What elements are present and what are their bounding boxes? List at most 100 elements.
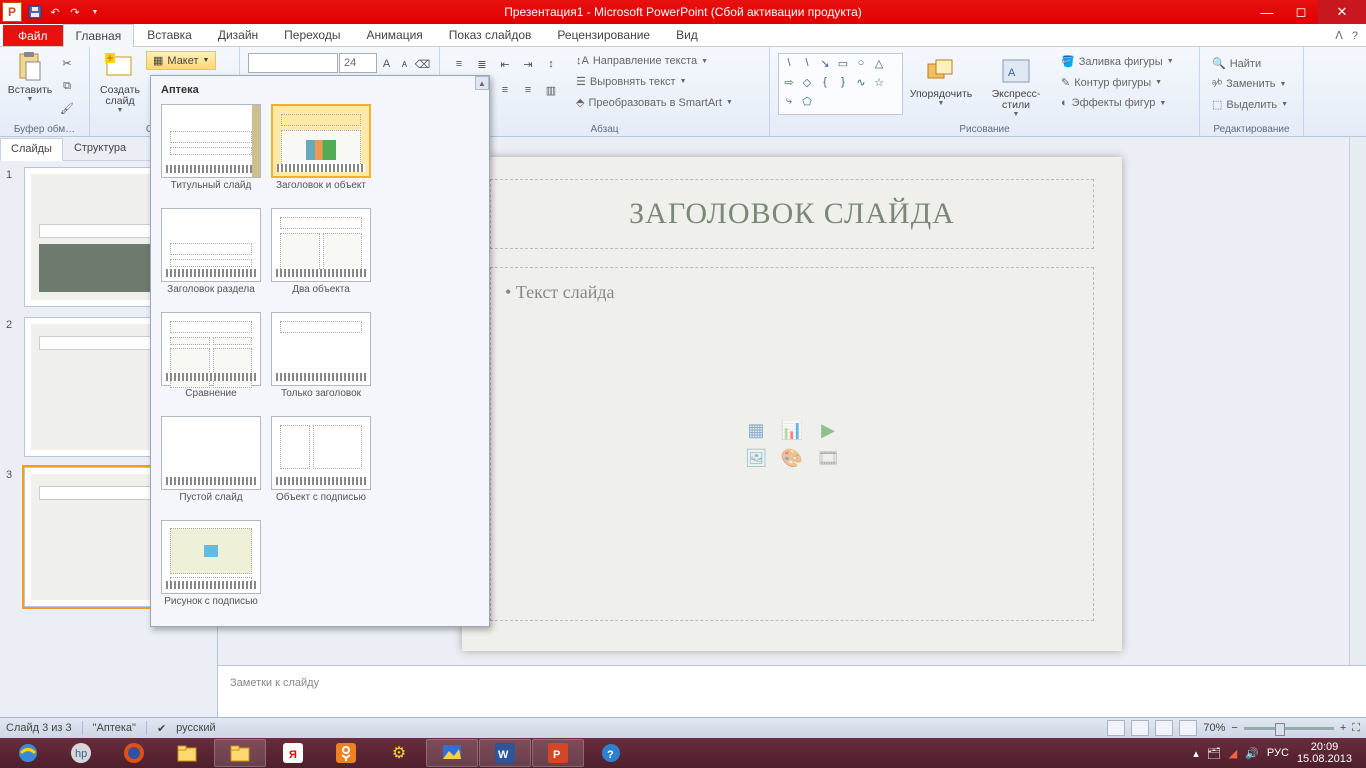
insert-clipart-icon[interactable]: 🎨 <box>779 447 805 469</box>
layout-picture-caption[interactable]: Рисунок с подписью <box>159 520 263 618</box>
find-button[interactable]: 🔍Найти <box>1208 55 1295 72</box>
spell-check-icon[interactable]: ✔ <box>157 722 166 735</box>
copy-icon[interactable]: ⧉ <box>56 76 78 97</box>
shape-effects-button[interactable]: ◐Эффекты фигур ▼ <box>1057 95 1178 111</box>
task-ie[interactable] <box>2 739 54 767</box>
zoom-slider[interactable] <box>1244 727 1334 730</box>
arrange-button[interactable]: Упорядочить ▼ <box>907 53 975 123</box>
text-direction-button[interactable]: ↕AНаправление текста ▼ <box>572 53 737 69</box>
shrink-font-icon[interactable]: ᴀ <box>396 53 413 75</box>
layout-title-content[interactable]: Заголовок и объект <box>269 104 373 202</box>
maximize-button[interactable]: ◻ <box>1284 0 1318 24</box>
task-word[interactable]: W <box>479 739 531 767</box>
align-text-button[interactable]: ☰Выровнять текст ▼ <box>572 73 737 90</box>
font-family-input[interactable] <box>248 53 338 73</box>
view-normal-icon[interactable] <box>1107 720 1125 736</box>
columns-icon[interactable]: ▥ <box>540 79 562 101</box>
network-icon[interactable]: ◢ <box>1229 747 1237 760</box>
task-powerpoint[interactable]: P <box>532 739 584 767</box>
align-right-icon[interactable]: ≡ <box>494 79 516 101</box>
tray-up-icon[interactable]: ▴ <box>1193 747 1199 760</box>
smartart-button[interactable]: ⬘Преобразовать в SmartArt ▼ <box>572 94 737 111</box>
justify-icon[interactable]: ≡ <box>517 79 539 101</box>
tray-clock[interactable]: 20:09 15.08.2013 <box>1297 741 1352 765</box>
shape-curve-icon[interactable]: ∿ <box>853 75 869 89</box>
format-painter-icon[interactable]: 🖌 <box>56 98 78 119</box>
indent-inc-icon[interactable]: ⇥ <box>517 53 539 75</box>
ribbon-minimize-icon[interactable]: ᐱ ? <box>1327 25 1366 46</box>
font-size-input[interactable] <box>339 53 377 73</box>
tab-file[interactable]: Файл <box>3 25 63 46</box>
layout-content-caption[interactable]: Объект с подписью <box>269 416 373 514</box>
task-explorer2[interactable] <box>214 739 266 767</box>
shape-brace-icon[interactable]: { <box>817 75 833 89</box>
layout-comparison[interactable]: Сравнение <box>159 312 263 410</box>
tab-view[interactable]: Вид <box>663 23 711 46</box>
clear-format-icon[interactable]: ⌫ <box>414 53 431 75</box>
numbering-icon[interactable]: ≣ <box>471 53 493 75</box>
body-placeholder[interactable]: • Текст слайда ▦ 📊 ▶ 🖼 🎨 🎞 <box>490 267 1094 621</box>
save-icon[interactable] <box>26 3 44 21</box>
insert-picture-icon[interactable]: 🖼 <box>743 447 769 469</box>
shapes-gallery[interactable]: \ \ ↘ ▭ ○ △ ⇨ ◇ { } ∿ ☆ ⤷ ⬠ <box>778 53 903 115</box>
zoom-out-icon[interactable]: − <box>1231 722 1237 734</box>
view-slideshow-icon[interactable] <box>1179 720 1197 736</box>
undo-icon[interactable]: ↶ <box>46 3 64 21</box>
task-help[interactable]: ? <box>585 739 637 767</box>
layout-two-content[interactable]: Два объекта <box>269 208 373 306</box>
task-explorer[interactable] <box>161 739 213 767</box>
shape-triangle-icon[interactable]: △ <box>871 56 887 70</box>
battery-icon[interactable]: 🗂 <box>1207 747 1221 760</box>
shape-rect-icon[interactable]: ▭ <box>835 56 851 70</box>
shape-arrow-icon[interactable]: ↘ <box>817 56 833 70</box>
replace-button[interactable]: ᵃ⁄ᵇЗаменить ▼ <box>1208 76 1295 92</box>
title-placeholder[interactable]: ЗАГОЛОВОК СЛАЙДА <box>490 179 1094 249</box>
insert-table-icon[interactable]: ▦ <box>743 419 769 441</box>
notes-pane[interactable]: Заметки к слайду <box>218 665 1366 717</box>
insert-chart-icon[interactable]: 📊 <box>779 419 805 441</box>
shape-connector-icon[interactable]: ⤷ <box>781 95 797 109</box>
layout-button[interactable]: ▦ Макет ▼ <box>146 51 216 70</box>
bullets-icon[interactable]: ≡ <box>448 53 470 75</box>
insert-media-icon[interactable]: 🎞 <box>815 447 841 469</box>
shape-line2-icon[interactable]: \ <box>799 56 815 70</box>
dropdown-scroll-up-icon[interactable]: ▲ <box>475 76 489 90</box>
shape-line-icon[interactable]: \ <box>781 56 797 70</box>
layout-title-only[interactable]: Только заголовок <box>269 312 373 410</box>
shape-brace2-icon[interactable]: } <box>835 75 851 89</box>
shape-outline-button[interactable]: ✎Контур фигуры ▼ <box>1057 74 1178 91</box>
tab-home[interactable]: Главная <box>63 24 135 47</box>
tab-transitions[interactable]: Переходы <box>271 23 353 46</box>
qat-menu-icon[interactable]: ▼ <box>86 3 104 21</box>
task-yandex[interactable]: Я <box>267 739 319 767</box>
tab-slideshow[interactable]: Показ слайдов <box>436 23 545 46</box>
quick-styles-button[interactable]: A Экспресс-стили ▼ <box>979 53 1053 123</box>
shape-arrowr-icon[interactable]: ⇨ <box>781 75 797 89</box>
insert-smartart-icon[interactable]: ▶ <box>815 419 841 441</box>
shape-fill-button[interactable]: 🪣Заливка фигуры ▼ <box>1057 53 1178 70</box>
task-app1[interactable]: ⚙ <box>373 739 425 767</box>
new-slide-button[interactable]: Создать слайд ▼ <box>94 49 146 119</box>
layout-section-header[interactable]: Заголовок раздела <box>159 208 263 306</box>
select-button[interactable]: ⬚Выделить ▼ <box>1208 96 1295 113</box>
redo-icon[interactable]: ↷ <box>66 3 84 21</box>
task-hp[interactable]: hp <box>55 739 107 767</box>
shape-diamond-icon[interactable]: ◇ <box>799 75 815 89</box>
indent-dec-icon[interactable]: ⇤ <box>494 53 516 75</box>
vertical-scrollbar[interactable] <box>1349 137 1366 665</box>
line-spacing-icon[interactable]: ↕ <box>540 53 562 75</box>
task-paint[interactable] <box>426 739 478 767</box>
slide[interactable]: ЗАГОЛОВОК СЛАЙДА • Текст слайда ▦ 📊 ▶ 🖼 … <box>462 157 1122 651</box>
paste-button[interactable]: Вставить ▼ <box>4 49 56 119</box>
zoom-in-icon[interactable]: + <box>1340 722 1346 734</box>
tray-language[interactable]: РУС <box>1267 747 1289 759</box>
tab-review[interactable]: Рецензирование <box>544 23 663 46</box>
tab-insert[interactable]: Вставка <box>134 23 205 46</box>
task-ok[interactable] <box>320 739 372 767</box>
close-button[interactable]: ✕ <box>1318 0 1366 24</box>
pane-tab-outline[interactable]: Структура <box>63 137 137 160</box>
tab-design[interactable]: Дизайн <box>205 23 271 46</box>
minimize-button[interactable]: — <box>1250 0 1284 24</box>
pane-tab-slides[interactable]: Слайды <box>0 138 63 161</box>
task-firefox[interactable] <box>108 739 160 767</box>
